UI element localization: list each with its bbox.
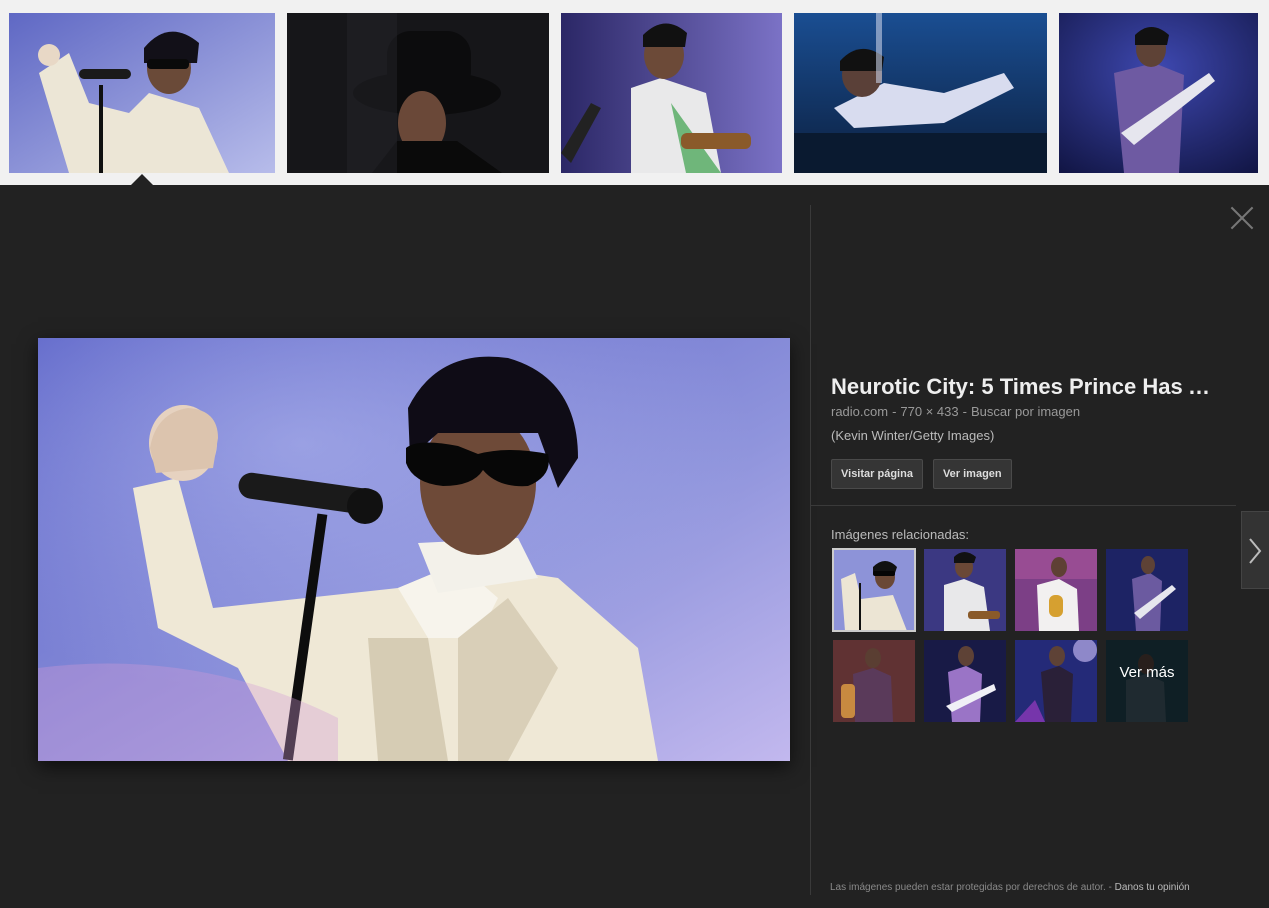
image-meta: radio.com -770 × 433- Buscar por imagen (831, 404, 1081, 419)
strip-thumb-4[interactable] (794, 13, 1047, 173)
performer-image (561, 13, 782, 173)
related-images-label: Imágenes relacionadas: (831, 527, 970, 542)
related-image-5[interactable] (833, 640, 915, 722)
feedback-link[interactable]: Danos tu opinión (1115, 882, 1190, 893)
related-image-4[interactable] (1106, 549, 1188, 631)
performer-image (9, 13, 275, 173)
related-image-7[interactable] (1015, 640, 1097, 722)
image-preview-panel: Neurotic City: 5 Times Prince Has Ac… ra… (0, 185, 1269, 908)
performer-image (38, 338, 790, 761)
action-buttons: Visitar página Ver imagen (831, 459, 1231, 489)
related-image-2[interactable] (924, 549, 1006, 631)
image-source: radio.com (831, 404, 889, 419)
copyright-notice: Las imágenes pueden estar protegidas por… (830, 882, 1106, 893)
close-icon[interactable] (1229, 205, 1255, 231)
view-image-button[interactable]: Ver imagen (932, 459, 1012, 489)
footer: Las imágenes pueden estar protegidas por… (830, 882, 1190, 893)
chevron-right-icon (1249, 538, 1262, 564)
performer-image (1015, 640, 1097, 722)
performer-image (1059, 13, 1258, 173)
preview-image[interactable] (38, 338, 790, 761)
strip-thumb-2[interactable] (287, 13, 549, 173)
section-divider (811, 505, 1236, 506)
image-credit: (Kevin Winter/Getty Images) (831, 428, 995, 443)
panel-divider (810, 205, 811, 895)
see-more-label[interactable]: Ver más (1106, 640, 1188, 722)
next-image-button[interactable] (1241, 511, 1269, 589)
image-info: Neurotic City: 5 Times Prince Has Ac… ra… (831, 373, 1231, 489)
image-results-strip (0, 0, 1269, 186)
performer-image (794, 13, 1047, 173)
image-dimensions: 770 × 433 (900, 404, 959, 419)
performer-image (924, 549, 1006, 631)
performer-image (924, 640, 1006, 722)
search-by-image-link[interactable]: Buscar por imagen (971, 404, 1080, 419)
visit-page-button[interactable]: Visitar página (831, 459, 923, 489)
performer-image (833, 640, 915, 722)
strip-thumb-3[interactable] (561, 13, 782, 173)
performer-image (833, 549, 915, 631)
performer-image (1106, 549, 1188, 631)
related-image-8[interactable]: Ver más (1106, 640, 1188, 722)
related-image-6[interactable] (924, 640, 1006, 722)
strip-thumb-1[interactable] (9, 13, 275, 173)
footer-separator: - (1108, 882, 1112, 893)
image-title[interactable]: Neurotic City: 5 Times Prince Has Ac… (831, 373, 1221, 401)
strip-thumb-5[interactable] (1059, 13, 1258, 173)
related-image-3[interactable] (1015, 549, 1097, 631)
performer-image (287, 13, 549, 173)
performer-image (1015, 549, 1097, 631)
related-image-1[interactable] (832, 548, 916, 632)
